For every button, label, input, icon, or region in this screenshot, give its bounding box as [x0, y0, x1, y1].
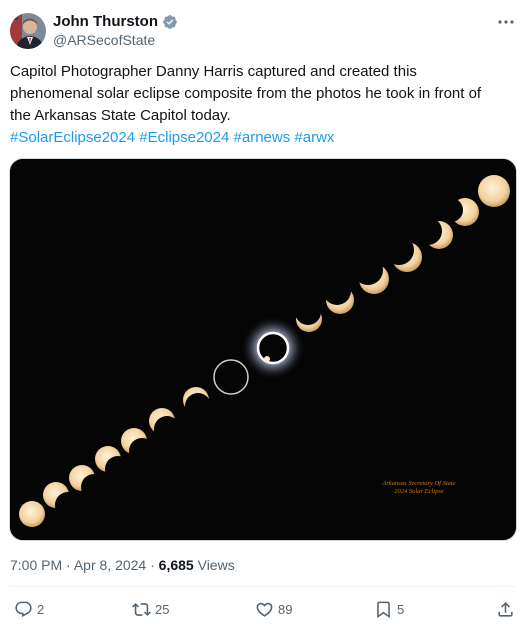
eclipse-composite-image[interactable]: Arkansas Secretary Of State 2024 Solar E… [9, 158, 517, 541]
heart-icon [256, 602, 273, 617]
meta-separator: · [66, 557, 71, 573]
hashtag-link[interactable]: #arnews [234, 129, 291, 146]
watermark-line-1: Arkansas Secretary Of State [381, 480, 455, 487]
views-label: Views [197, 557, 235, 573]
views-count: 6,685 [158, 557, 194, 573]
tweet-meta: 7:00 PM · Apr 8, 2024 · 6,685 Views [10, 557, 235, 573]
tweet-header: John Thurston @ARSecofState [10, 10, 516, 50]
tweet-text-line: phenomenal solar eclipse composite from … [10, 85, 482, 102]
verified-badge-icon [163, 14, 177, 29]
share-icon [498, 601, 513, 617]
tweet-text: Capitol Photographer Danny Harris captur… [10, 61, 516, 149]
hashtag-link[interactable]: #Eclipse2024 [139, 129, 229, 146]
bookmark-button[interactable]: 5 [374, 597, 404, 621]
bookmark-count: 5 [397, 601, 405, 617]
hashtag-link[interactable]: #arwx [294, 129, 334, 146]
hashtag-row: #SolarEclipse2024 #Eclipse2024 #arnews #… [10, 127, 516, 149]
meta-separator: · [150, 557, 155, 573]
action-bar: 2 25 89 5 [10, 597, 516, 623]
bookmark-icon [377, 601, 390, 618]
share-button[interactable] [496, 597, 515, 621]
tweet-text-line: the Arkansas State Capitol today. [10, 107, 231, 124]
divider [10, 586, 516, 587]
watermark-line-2: 2024 Solar Eclipse [394, 488, 444, 495]
like-button[interactable]: 89 [255, 597, 292, 621]
more-options-icon[interactable] [496, 12, 516, 32]
handle[interactable]: @ARSecofState [53, 32, 155, 48]
reply-count: 2 [37, 601, 45, 617]
repost-button[interactable]: 25 [132, 597, 169, 621]
repost-icon [132, 602, 151, 616]
display-name[interactable]: John Thurston [53, 13, 158, 30]
avatar[interactable] [10, 13, 46, 49]
reply-icon [15, 601, 32, 617]
tweet-date[interactable]: Apr 8, 2024 [74, 557, 146, 573]
tweet-text-line: Capitol Photographer Danny Harris captur… [10, 63, 417, 80]
tweet-time[interactable]: 7:00 PM [10, 557, 62, 573]
hashtag-link[interactable]: #SolarEclipse2024 [10, 129, 135, 146]
repost-count: 25 [155, 601, 170, 617]
reply-button[interactable]: 2 [14, 597, 44, 621]
like-count: 89 [278, 601, 293, 617]
